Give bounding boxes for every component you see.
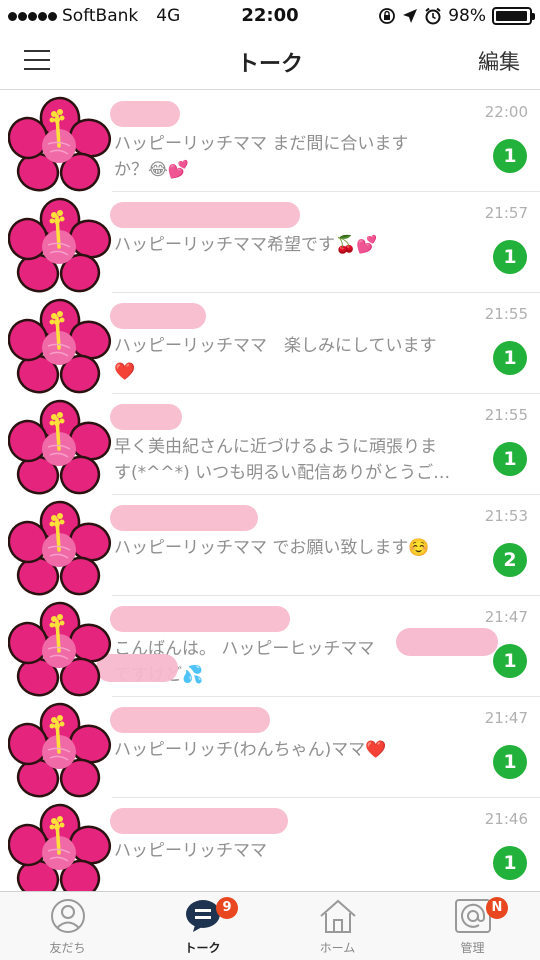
redacted-name: [110, 808, 288, 834]
hibiscus-flower-avatar-icon: [8, 298, 112, 394]
chat-message-preview: ハッピーリッチママ でお願い致します☺️: [114, 538, 430, 558]
unread-badge: 1: [493, 644, 527, 678]
chat-row[interactable]: 21:55 ハッピーリッチママ 楽しみにしています ❤️ 1: [0, 293, 540, 394]
hibiscus-flower-avatar-icon: [8, 601, 112, 697]
chat-time: 21:47: [484, 709, 528, 727]
signal-strength-icon: [8, 6, 58, 26]
tab-bar: 友だち 9 トーク ホーム N 管理: [0, 891, 540, 960]
status-indicators: 98%: [378, 6, 535, 26]
status-bar: SoftBank 4G 22:00 98%: [0, 0, 540, 32]
redacted-text: [396, 628, 498, 656]
chat-time: 21:47: [484, 608, 528, 626]
unread-badge: 1: [493, 240, 527, 274]
hibiscus-flower-avatar-icon: [8, 399, 112, 495]
tab-label: 友だち: [49, 941, 86, 955]
chat-row[interactable]: 21:47 ハッピーリッチ(わんちゃん)ママ❤️ 1: [0, 697, 540, 798]
carrier-signal: SoftBank 4G: [8, 6, 180, 26]
chat-time: 21:55: [484, 406, 528, 424]
chat-time: 22:00: [484, 103, 528, 121]
redacted-name: [110, 202, 300, 228]
rotation-lock-icon: [379, 8, 396, 24]
hibiscus-flower-avatar-icon: [8, 500, 112, 596]
redacted-name: [110, 303, 206, 329]
chat-message-preview: ハッピーリッチママ: [114, 841, 267, 861]
chat-time: 21:46: [484, 810, 528, 828]
unread-badge: 1: [493, 341, 527, 375]
battery-icon: [492, 7, 535, 25]
chat-message-preview: ハッピーリッチママ希望です🍒💕: [114, 235, 378, 255]
chat-row[interactable]: 21:46 ハッピーリッチママ 1: [0, 798, 540, 891]
chat-list: 22:00 ハッピーリッチママ まだ間に合います か？😂💕 1 21:57 ハッ…: [0, 91, 540, 891]
battery-percentage: 98%: [448, 6, 486, 26]
tab-label: 管理: [460, 941, 485, 955]
hamburger-menu-icon[interactable]: [24, 50, 50, 72]
chat-row[interactable]: 21:53 ハッピーリッチママ でお願い致します☺️ 2: [0, 495, 540, 596]
new-badge: N: [486, 897, 508, 919]
tab-talk[interactable]: 9 トーク: [135, 892, 270, 960]
redacted-name: [110, 101, 180, 127]
redacted-name: [110, 505, 258, 531]
alarm-clock-icon: [425, 7, 441, 25]
tab-manage[interactable]: N 管理: [405, 892, 540, 960]
edit-button[interactable]: 編集: [478, 46, 520, 76]
tab-home[interactable]: ホーム: [270, 892, 405, 960]
chat-message-preview: 早く美由紀さんに近づけるように頑張りま す(*^^*) いつも明るい配信ありがと…: [114, 437, 451, 483]
hibiscus-flower-avatar-icon: [8, 803, 112, 891]
chat-message-preview: ハッピーリッチママ まだ間に合います か？😂💕: [114, 134, 409, 180]
tab-friends[interactable]: 友だち: [0, 892, 135, 960]
person-icon: [50, 899, 85, 933]
chat-row[interactable]: 21:47 こんばんは。 ハッピーヒッチママ ですけど💦 1: [0, 596, 540, 697]
location-arrow-icon: [403, 9, 418, 23]
chat-row[interactable]: 21:57 ハッピーリッチママ希望です🍒💕 1: [0, 192, 540, 293]
unread-count-badge: 9: [216, 897, 238, 919]
unread-badge: 1: [493, 139, 527, 173]
chat-row[interactable]: 22:00 ハッピーリッチママ まだ間に合います か？😂💕 1: [0, 91, 540, 192]
unread-badge: 1: [493, 745, 527, 779]
tab-label: ホーム: [319, 941, 356, 955]
unread-badge: 1: [493, 846, 527, 880]
network-type: 4G: [156, 6, 181, 26]
unread-badge: 1: [493, 442, 527, 476]
page-title: トーク: [236, 52, 303, 77]
chat-message-preview: ハッピーリッチママ 楽しみにしています ❤️: [114, 336, 437, 382]
chat-time: 21:55: [484, 305, 528, 323]
unread-badge: 2: [493, 543, 527, 577]
house-icon: [319, 899, 356, 933]
hibiscus-flower-avatar-icon: [8, 96, 112, 192]
chat-time: 21:57: [484, 204, 528, 222]
hibiscus-flower-avatar-icon: [8, 197, 112, 293]
navigation-bar: トーク 編集: [0, 32, 540, 90]
chat-row[interactable]: 21:55 早く美由紀さんに近づけるように頑張りま す(*^^*) いつも明るい…: [0, 394, 540, 495]
redacted-name: [110, 707, 270, 733]
chat-message-preview: ハッピーリッチ(わんちゃん)ママ❤️: [114, 740, 387, 760]
tab-label: トーク: [184, 941, 221, 955]
carrier-name: SoftBank: [62, 6, 139, 26]
redacted-name: [110, 606, 290, 632]
chat-time: 21:53: [484, 507, 528, 525]
redacted-name: [110, 404, 182, 430]
hibiscus-flower-avatar-icon: [8, 702, 112, 798]
